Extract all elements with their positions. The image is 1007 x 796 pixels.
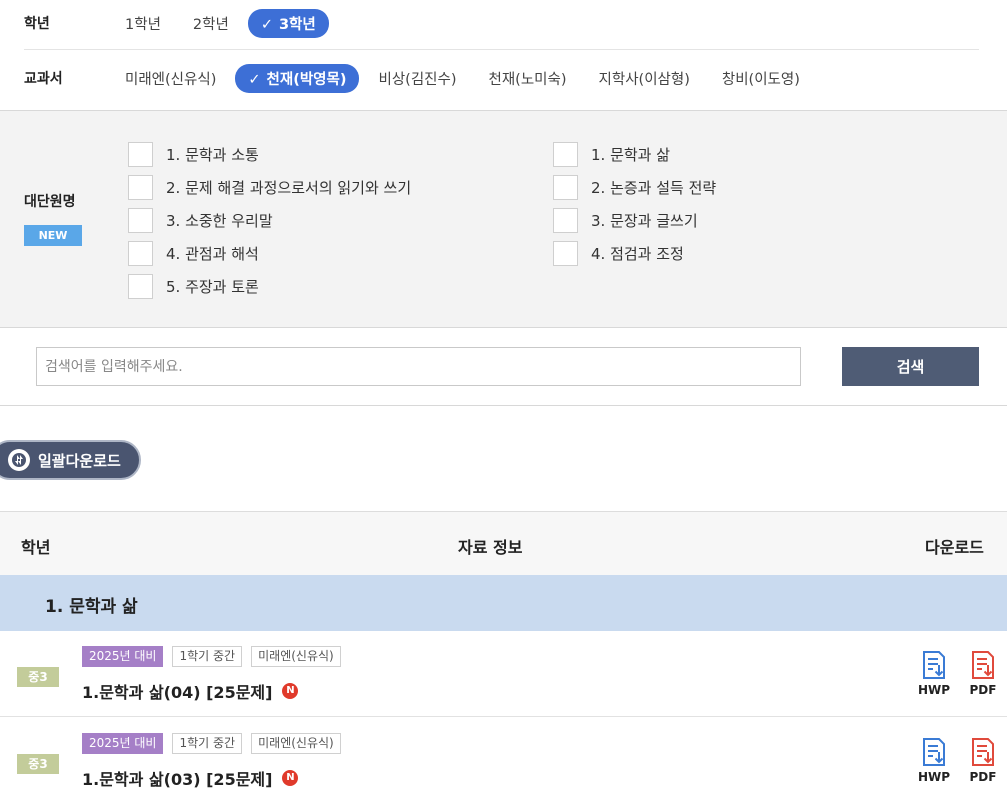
textbook-option-jihaksa[interactable]: 지학사(이삼형) (586, 64, 703, 93)
grade-filter-row: 학년 1학년 2학년 ✓ 3학년 (0, 0, 1007, 46)
filter-divider (24, 49, 979, 50)
pdf-download-button[interactable]: PDF (963, 651, 1003, 697)
new-mark-badge: N (282, 770, 299, 786)
tag-list: 2025년 대비 1학기 중간 미래엔(신유식) (82, 646, 341, 667)
textbook-option-mirae[interactable]: 미래엔(신유식) (112, 64, 229, 93)
checkbox[interactable] (128, 241, 153, 266)
item-title-link[interactable]: 1.문학과 삶(03) [25문제] N (82, 766, 299, 790)
checkbox[interactable] (553, 241, 578, 266)
hwp-file-icon (923, 738, 945, 766)
hwp-label: HWP (917, 770, 951, 784)
term-tag: 1학기 중간 (172, 733, 243, 754)
table-row: 중3 2025년 대비 1학기 중간 미래엔(신유식) 1.문학과 삶(03) … (0, 718, 1007, 796)
textbook-tag: 미래엔(신유식) (251, 646, 341, 667)
textbook-options: 미래엔(신유식) ✓ 천재(박영목) 비상(김진수) 천재(노미숙) 지학사(이삼… (112, 63, 819, 93)
unit-checkbox-item[interactable]: 5. 주장과 토론 (128, 270, 411, 303)
term-tag: 1학기 중간 (172, 646, 243, 667)
pdf-label: PDF (969, 770, 997, 784)
bulk-download-button[interactable]: 일괄다운로드 (0, 440, 141, 480)
unit-filter-label: 대단원명 (24, 194, 76, 210)
new-badge: NEW (24, 225, 82, 246)
unit-column-1: 1. 문학과 소통 2. 문제 해결 과정으로서의 읽기와 쓰기 3. 소중한 … (128, 138, 411, 303)
pdf-label: PDF (969, 683, 997, 697)
grade-badge: 중3 (17, 667, 59, 687)
hwp-label: HWP (917, 683, 951, 697)
textbook-option-chunjae-park-label: 천재(박영목) (266, 71, 347, 88)
unit-checkbox-label: 5. 주장과 토론 (166, 278, 259, 296)
unit-checkbox-label: 2. 논증과 설득 전략 (591, 179, 717, 197)
checkbox[interactable] (128, 208, 153, 233)
checkbox[interactable] (128, 142, 153, 167)
unit-checkbox-label: 1. 문학과 삶 (591, 146, 671, 164)
unit-checkbox-item[interactable]: 2. 논증과 설득 전략 (553, 171, 716, 204)
unit-checkbox-item[interactable]: 3. 문장과 글쓰기 (553, 204, 716, 237)
textbook-option-changbi[interactable]: 창비(이도영) (709, 64, 813, 93)
grade-option-2[interactable]: 2학년 (180, 9, 242, 38)
hwp-file-icon (923, 651, 945, 679)
tag-list: 2025년 대비 1학기 중간 미래엔(신유식) (82, 733, 341, 754)
unit-checkbox-label: 3. 문장과 글쓰기 (591, 212, 698, 230)
textbook-option-visang[interactable]: 비상(김진수) (365, 64, 469, 93)
unit-checkbox-item[interactable]: 4. 관점과 해석 (128, 237, 411, 270)
column-header-grade: 학년 (21, 538, 51, 557)
section-row: 1. 문학과 삶 (0, 575, 1007, 631)
textbook-filter-label: 교과서 (24, 71, 63, 87)
item-title-link[interactable]: 1.문학과 삶(04) [25문제] N (82, 679, 299, 703)
year-tag: 2025년 대비 (82, 646, 164, 667)
bulk-download-label: 일괄다운로드 (38, 451, 121, 470)
column-header-info: 자료 정보 (458, 538, 523, 557)
unit-column-2: 1. 문학과 삶 2. 논증과 설득 전략 3. 문장과 글쓰기 4. 점검과 … (553, 138, 716, 270)
check-icon: ✓ (260, 16, 273, 33)
section-title: 1. 문학과 삶 (45, 597, 138, 617)
checkbox[interactable] (128, 274, 153, 299)
grade-badge: 중3 (17, 754, 59, 774)
grade-option-3-label: 3학년 (278, 16, 316, 33)
grade-options: 1학년 2학년 ✓ 3학년 (112, 8, 335, 38)
pdf-file-icon (972, 738, 994, 766)
unit-checkbox-label: 4. 점검과 조정 (591, 245, 684, 263)
checkbox[interactable] (553, 175, 578, 200)
textbook-filter-row: 교과서 미래엔(신유식) ✓ 천재(박영목) 비상(김진수) 천재(노미숙) 지학… (0, 55, 1007, 101)
checkbox[interactable] (553, 208, 578, 233)
grade-filter-label: 학년 (24, 16, 50, 32)
checkbox[interactable] (128, 175, 153, 200)
pdf-file-icon (972, 651, 994, 679)
textbook-tag: 미래엔(신유식) (251, 733, 341, 754)
hwp-download-button[interactable]: HWP (914, 738, 954, 784)
unit-checkbox-item[interactable]: 1. 문학과 삶 (553, 138, 716, 171)
unit-checkbox-label: 1. 문학과 소통 (166, 146, 259, 164)
search-input[interactable] (36, 347, 801, 386)
item-title: 1.문학과 삶(03) [25문제] (82, 770, 273, 789)
search-button[interactable]: 검색 (842, 347, 979, 386)
table-header: 학년 자료 정보 다운로드 (0, 511, 1007, 575)
unit-checkbox-label: 4. 관점과 해석 (166, 245, 259, 263)
table-row: 중3 2025년 대비 1학기 중간 미래엔(신유식) 1.문학과 삶(04) … (0, 631, 1007, 717)
pdf-download-button[interactable]: PDF (963, 738, 1003, 784)
textbook-option-chunjae-no[interactable]: 천재(노미숙) (476, 64, 580, 93)
unit-checkbox-label: 2. 문제 해결 과정으로서의 읽기와 쓰기 (166, 179, 412, 197)
grade-option-3-selected[interactable]: ✓ 3학년 (247, 8, 329, 38)
unit-checkbox-item[interactable]: 4. 점검과 조정 (553, 237, 716, 270)
unit-filter-panel: 대단원명 NEW 1. 문학과 소통 2. 문제 해결 과정으로서의 읽기와 쓰… (0, 110, 1007, 328)
unit-checkbox-item[interactable]: 1. 문학과 소통 (128, 138, 411, 171)
unit-checkbox-item[interactable]: 3. 소중한 우리말 (128, 204, 411, 237)
column-header-download: 다운로드 (925, 538, 984, 557)
search-divider (0, 405, 1007, 406)
check-icon: ✓ (248, 71, 261, 88)
unit-checkbox-label: 3. 소중한 우리말 (166, 212, 273, 230)
textbook-option-chunjae-park-selected[interactable]: ✓ 천재(박영목) (235, 63, 360, 93)
checkbox[interactable] (553, 142, 578, 167)
new-mark-badge: N (282, 683, 299, 699)
year-tag: 2025년 대비 (82, 733, 164, 754)
grade-option-1[interactable]: 1학년 (112, 9, 174, 38)
unit-checkbox-item[interactable]: 2. 문제 해결 과정으로서의 읽기와 쓰기 (128, 171, 411, 204)
download-circle-icon (8, 449, 30, 471)
hwp-download-button[interactable]: HWP (914, 651, 954, 697)
item-title: 1.문학과 삶(04) [25문제] (82, 683, 273, 702)
